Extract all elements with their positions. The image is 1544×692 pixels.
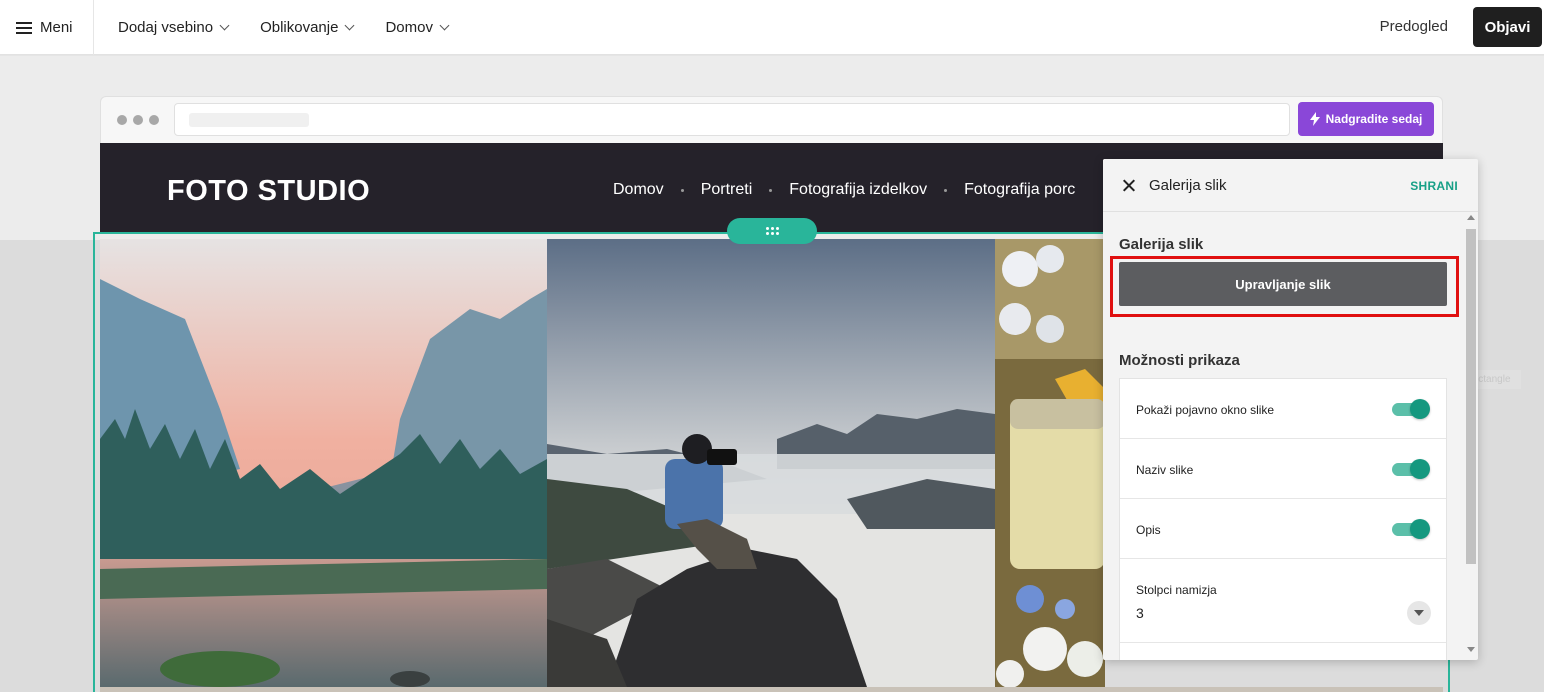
window-dots xyxy=(117,115,159,125)
url-bar xyxy=(174,103,1290,136)
save-button[interactable]: SHRANI xyxy=(1410,179,1458,193)
desktop-columns-label: Stolpci namizja xyxy=(1136,583,1217,597)
site-nav-product-photography[interactable]: Fotografija izdelkov xyxy=(789,181,927,199)
upgrade-label: Nadgradite sedaj xyxy=(1325,112,1423,126)
grip-icon xyxy=(765,227,779,235)
menu-button[interactable]: Meni xyxy=(0,0,94,55)
option-label-description: Opis xyxy=(1136,523,1161,537)
site-logo: FOTO STUDIO xyxy=(167,175,371,207)
display-options-list: Pokaži pojavno okno slike Naziv slike Op… xyxy=(1119,378,1447,660)
panel-title: Galerija slik xyxy=(1149,177,1227,194)
close-icon[interactable] xyxy=(1121,178,1137,194)
toggle-image-title[interactable] xyxy=(1392,458,1430,480)
option-row-popup: Pokaži pojavno okno slike xyxy=(1120,379,1446,439)
option-row-image-title: Naziv slike xyxy=(1120,439,1446,499)
desktop-columns-select[interactable]: Stolpci namizja 3 xyxy=(1120,559,1446,643)
scroll-down-icon[interactable] xyxy=(1467,647,1475,655)
lightning-icon xyxy=(1309,112,1320,126)
gallery-settings-panel: Galerija slik SHRANI Galerija slik Uprav… xyxy=(1103,159,1478,660)
option-label-image-title: Naziv slike xyxy=(1136,463,1194,477)
site-nav-wedding-photography[interactable]: Fotografija porc xyxy=(964,181,1075,199)
design-dropdown[interactable]: Oblikovanje xyxy=(260,19,355,36)
dropdown-arrow-icon xyxy=(1407,601,1431,625)
site-nav-portraits[interactable]: Portreti xyxy=(701,181,753,199)
browser-frame: Nadgradite sedaj xyxy=(100,96,1443,143)
site-nav-home[interactable]: Domov xyxy=(613,181,664,199)
scroll-up-icon[interactable] xyxy=(1467,215,1475,223)
url-placeholder xyxy=(189,113,309,127)
hamburger-icon xyxy=(16,21,32,34)
desktop-columns-value: 3 xyxy=(1136,605,1144,621)
design-label: Oblikovanje xyxy=(260,19,339,36)
upgrade-button[interactable]: Nadgradite sedaj xyxy=(1298,102,1434,136)
chevron-down-icon xyxy=(219,20,230,31)
editor-topbar: Meni Dodaj vsebino Oblikovanje Domov Pre… xyxy=(0,0,1544,55)
highlight-box xyxy=(1110,256,1459,317)
chevron-down-icon xyxy=(439,20,450,31)
panel-header: Galerija slik SHRANI xyxy=(1103,159,1478,212)
menu-label: Meni xyxy=(40,19,73,36)
site-nav: Domov Portreti Fotografija izdelkov Foto… xyxy=(613,181,1075,199)
preview-button[interactable]: Predogled xyxy=(1380,18,1448,35)
add-content-label: Dodaj vsebino xyxy=(118,19,214,36)
scroll-thumb[interactable] xyxy=(1466,229,1476,564)
toggle-description[interactable] xyxy=(1392,518,1430,540)
drag-handle[interactable] xyxy=(727,218,817,244)
toggle-popup[interactable] xyxy=(1392,398,1430,420)
page-label: Domov xyxy=(385,19,433,36)
nav-separator xyxy=(680,188,684,192)
display-options-title: Možnosti prikaza xyxy=(1119,352,1240,369)
option-label-popup: Pokaži pojavno okno slike xyxy=(1136,403,1275,417)
editor-nav: Dodaj vsebino Oblikovanje Domov xyxy=(118,0,450,55)
panel-scrollbar[interactable] xyxy=(1466,215,1476,655)
chevron-down-icon xyxy=(345,20,355,31)
nav-separator xyxy=(769,188,773,192)
page-dropdown[interactable]: Domov xyxy=(385,19,450,36)
nav-separator xyxy=(944,188,948,192)
gallery-section-title: Galerija slik xyxy=(1119,236,1204,253)
publish-button[interactable]: Objavi xyxy=(1473,7,1542,47)
add-content-dropdown[interactable]: Dodaj vsebino xyxy=(118,19,230,36)
option-row-description: Opis xyxy=(1120,499,1446,559)
